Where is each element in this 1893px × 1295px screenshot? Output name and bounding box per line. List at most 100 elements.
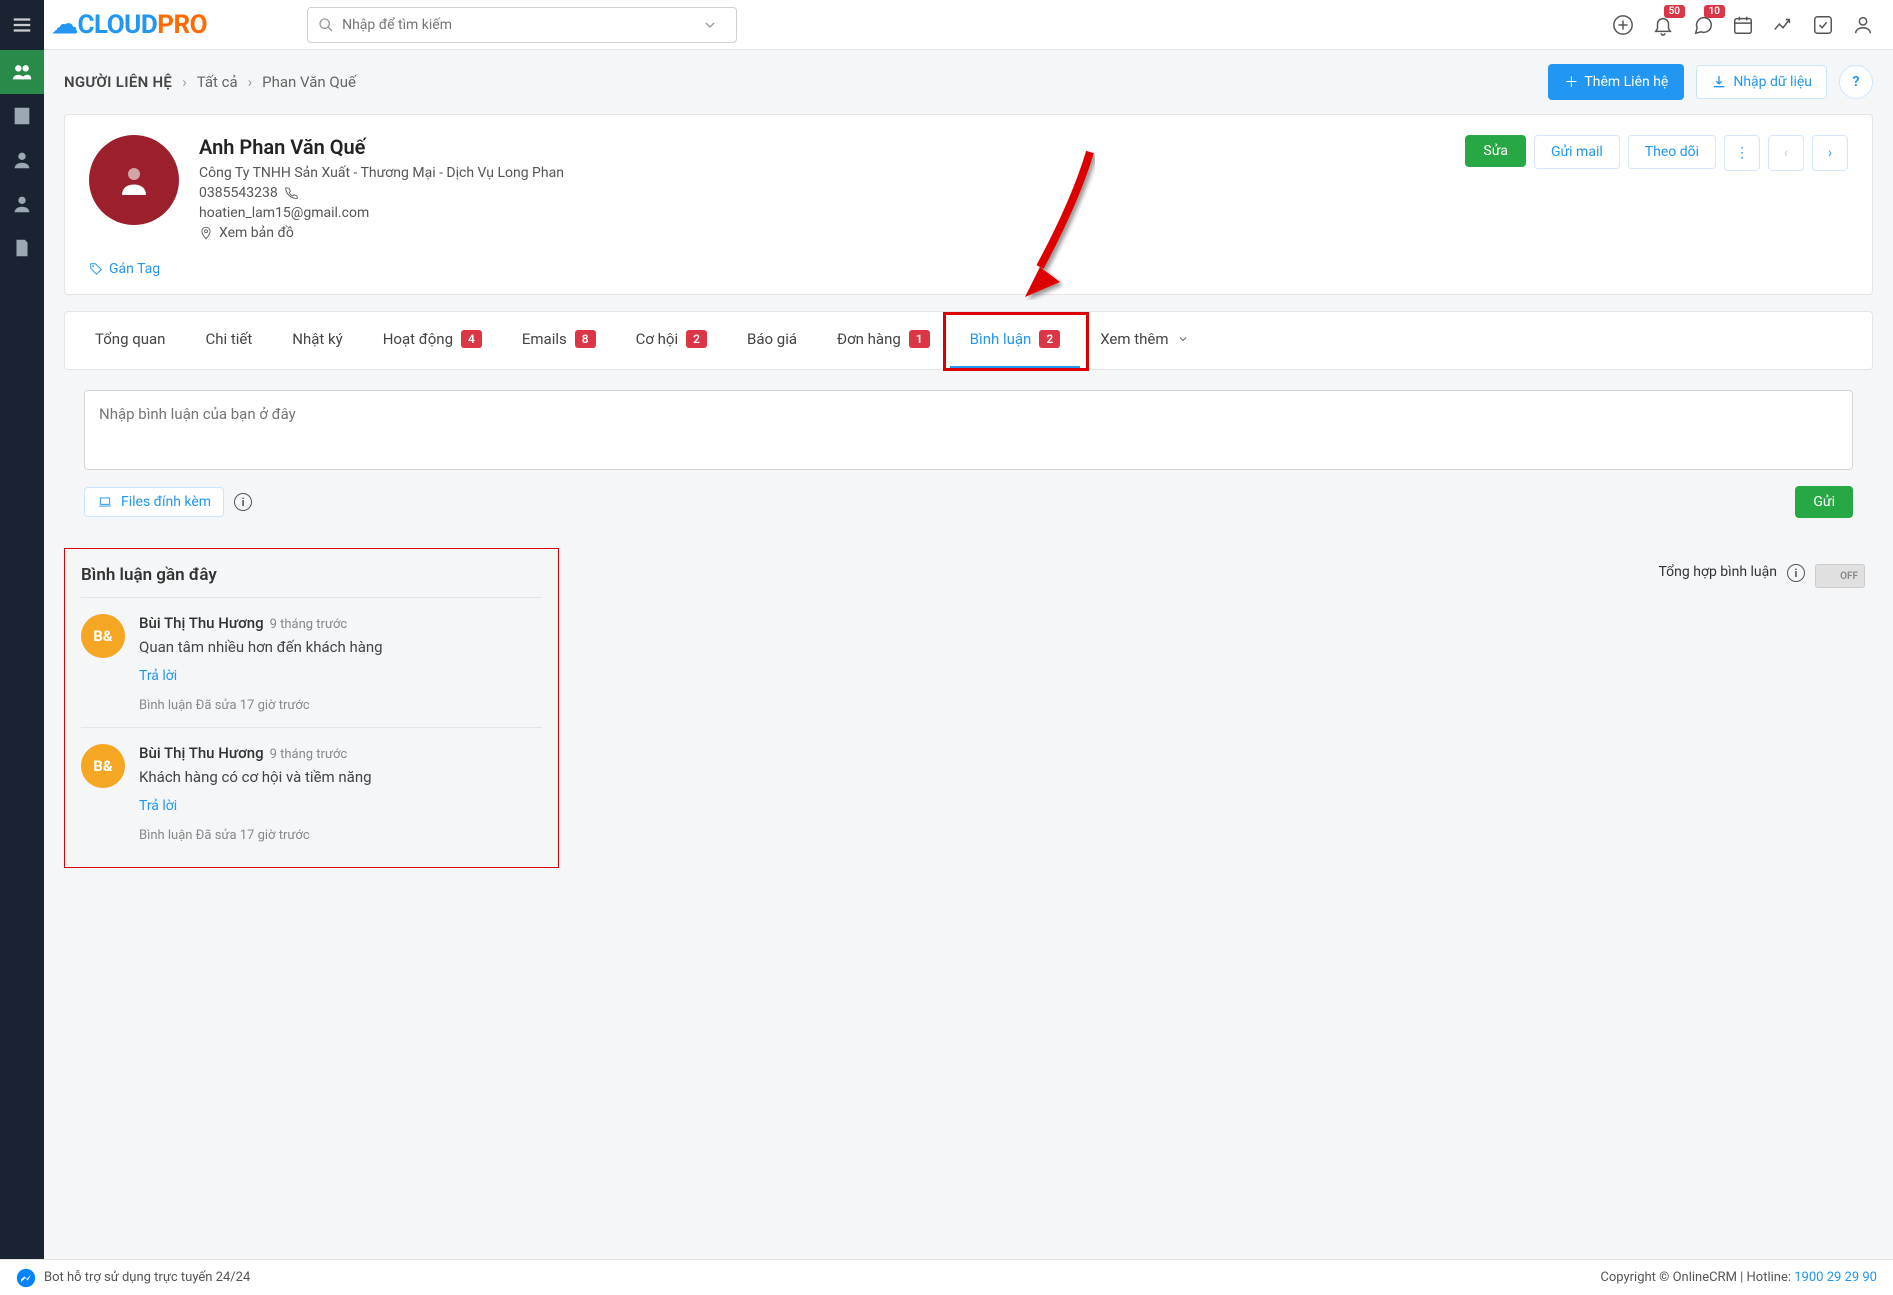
page-header: NGƯỜI LIÊN HỆ › Tất cả › Phan Văn Quế ＋ … — [44, 50, 1893, 114]
top-icons: 50 10 — [1611, 13, 1893, 37]
top-bar: ☁CLOUDPRO 50 10 — [0, 0, 1893, 50]
hotline-link[interactable]: 1900 29 29 90 — [1794, 1270, 1877, 1285]
comments-summary-toggle-area: Tổng hợp bình luận i OFF — [1659, 548, 1874, 868]
calendar-icon[interactable] — [1731, 13, 1755, 37]
help-button[interactable]: ? — [1839, 65, 1873, 99]
contact-info: Anh Phan Văn Quế Công Ty TNHH Sản Xuất -… — [199, 135, 564, 245]
send-mail-button[interactable]: Gửi mail — [1534, 135, 1620, 169]
add-contact-button[interactable]: ＋ Thêm Liên hệ — [1548, 64, 1684, 100]
sidebar-item-lead[interactable] — [0, 182, 44, 226]
comment-input[interactable] — [84, 390, 1853, 470]
attach-files-button[interactable]: Files đính kèm — [84, 487, 224, 517]
comment-avatar: B& — [81, 744, 125, 788]
comment-edited: Bình luận Đã sửa 17 giờ trước — [139, 698, 383, 713]
tabs: Tổng quan Chi tiết Nhật ký Hoạt động 4 E… — [64, 311, 1873, 370]
breadcrumb-record[interactable]: Phan Văn Quế — [262, 73, 356, 91]
sidebar-item-person[interactable] — [0, 138, 44, 182]
checkbox-icon[interactable] — [1811, 13, 1835, 37]
comment-time: 9 tháng trước — [270, 747, 348, 762]
search-box[interactable] — [307, 7, 737, 43]
breadcrumb-module[interactable]: NGƯỜI LIÊN HỆ — [64, 73, 172, 91]
prev-record-button[interactable]: ‹ — [1768, 135, 1804, 171]
messenger-icon[interactable] — [16, 1268, 36, 1288]
tab-more[interactable]: Xem thêm — [1080, 312, 1208, 369]
tag-icon — [89, 262, 103, 276]
footer: Bot hỗ trợ sử dụng trực tuyến 24/24 Copy… — [0, 1259, 1893, 1295]
bell-icon[interactable]: 50 — [1651, 13, 1675, 37]
order-count: 1 — [909, 330, 930, 348]
contact-email[interactable]: hoatien_lam15@gmail.com — [199, 205, 564, 221]
sidebar-item-accounts[interactable] — [0, 94, 44, 138]
main-content: NGƯỜI LIÊN HỆ › Tất cả › Phan Văn Quế ＋ … — [44, 50, 1893, 1259]
tab-detail[interactable]: Chi tiết — [185, 312, 272, 369]
chevron-down-icon — [1177, 333, 1189, 345]
laptop-icon — [97, 495, 113, 509]
summary-toggle[interactable]: OFF — [1815, 564, 1865, 588]
search-icon — [318, 17, 334, 33]
download-icon — [1711, 74, 1727, 90]
opportunity-count: 2 — [686, 330, 707, 348]
follow-button[interactable]: Theo dõi — [1628, 135, 1716, 169]
comment-author[interactable]: Bùi Thị Thu Hương — [139, 744, 264, 762]
user-icon[interactable] — [1851, 13, 1875, 37]
reply-link[interactable]: Trả lời — [139, 798, 177, 814]
hamburger-menu[interactable] — [0, 0, 44, 50]
comment-author[interactable]: Bùi Thị Thu Hương — [139, 614, 264, 632]
chevron-down-icon[interactable] — [702, 17, 718, 33]
chat-badge: 10 — [1704, 5, 1725, 18]
contact-name: Anh Phan Văn Quế — [199, 135, 564, 159]
comment-avatar: B& — [81, 614, 125, 658]
notif-badge: 50 — [1664, 5, 1685, 18]
search-input[interactable] — [342, 17, 702, 33]
chat-icon[interactable]: 10 — [1691, 13, 1715, 37]
contact-map-link[interactable]: Xem bản đồ — [199, 225, 564, 241]
sidebar-item-document[interactable] — [0, 226, 44, 270]
comment-edited: Bình luận Đã sửa 17 giờ trước — [139, 828, 372, 843]
logo[interactable]: ☁CLOUDPRO — [52, 10, 207, 40]
contact-actions: Sửa Gửi mail Theo dõi ⋮ ‹ › — [1465, 135, 1848, 245]
tab-overview[interactable]: Tổng quan — [75, 312, 185, 369]
analytics-icon[interactable] — [1771, 13, 1795, 37]
phone-icon[interactable] — [284, 186, 298, 200]
breadcrumb: NGƯỜI LIÊN HỆ › Tất cả › Phan Văn Quế — [64, 73, 356, 91]
info-icon[interactable]: i — [234, 493, 252, 511]
emails-count: 8 — [575, 330, 596, 348]
sidebar — [0, 50, 44, 1259]
tab-opportunity[interactable]: Cơ hội 2 — [616, 312, 727, 369]
comment-area: Files đính kèm i Gửi — [64, 390, 1873, 538]
send-comment-button[interactable]: Gửi — [1795, 486, 1853, 518]
edit-button[interactable]: Sửa — [1465, 135, 1526, 167]
activity-count: 4 — [461, 330, 482, 348]
search-container — [307, 7, 737, 43]
plus-icon: ＋ — [1564, 72, 1578, 92]
copyright: Copyright © OnlineCRM | Hotline: 1900 29… — [1600, 1270, 1877, 1285]
tab-order[interactable]: Đơn hàng 1 — [817, 312, 950, 369]
more-actions-button[interactable]: ⋮ — [1724, 135, 1760, 171]
recent-comments-section: Bình luận gần đây B& Bùi Thị Thu Hương9 … — [64, 548, 1873, 868]
tab-activity[interactable]: Hoạt động 4 — [363, 312, 502, 369]
summary-label: Tổng hợp bình luận — [1659, 564, 1778, 580]
recent-comments-box: Bình luận gần đây B& Bùi Thị Thu Hương9 … — [64, 548, 559, 868]
contact-card: Anh Phan Văn Quế Công Ty TNHH Sản Xuất -… — [64, 114, 1873, 295]
avatar[interactable] — [89, 135, 179, 225]
tag-link[interactable]: Gán Tag — [89, 261, 160, 277]
tab-quote[interactable]: Báo giá — [727, 312, 817, 369]
info-icon[interactable]: i — [1787, 564, 1805, 582]
comment-text: Khách hàng có cơ hội và tiềm năng — [139, 768, 372, 786]
reply-link[interactable]: Trả lời — [139, 668, 177, 684]
pin-icon — [199, 226, 213, 240]
add-icon[interactable] — [1611, 13, 1635, 37]
comment-text: Quan tâm nhiều hơn đến khách hàng — [139, 638, 383, 656]
tab-emails[interactable]: Emails 8 — [502, 312, 616, 369]
recent-comments-title: Bình luận gần đây — [81, 565, 542, 585]
comments-count: 2 — [1039, 330, 1060, 348]
tab-comments[interactable]: Bình luận 2 — [950, 312, 1081, 369]
next-record-button[interactable]: › — [1812, 135, 1848, 171]
bot-support-text: Bot hỗ trợ sử dụng trực tuyến 24/24 — [44, 1270, 250, 1285]
sidebar-item-contacts[interactable] — [0, 50, 44, 94]
comment-item: B& Bùi Thị Thu Hương9 tháng trước Quan t… — [81, 597, 542, 727]
breadcrumb-filter[interactable]: Tất cả — [197, 73, 238, 91]
import-button[interactable]: Nhập dữ liệu — [1696, 65, 1827, 99]
page-actions: ＋ Thêm Liên hệ Nhập dữ liệu ? — [1548, 64, 1873, 100]
tab-log[interactable]: Nhật ký — [272, 312, 362, 369]
